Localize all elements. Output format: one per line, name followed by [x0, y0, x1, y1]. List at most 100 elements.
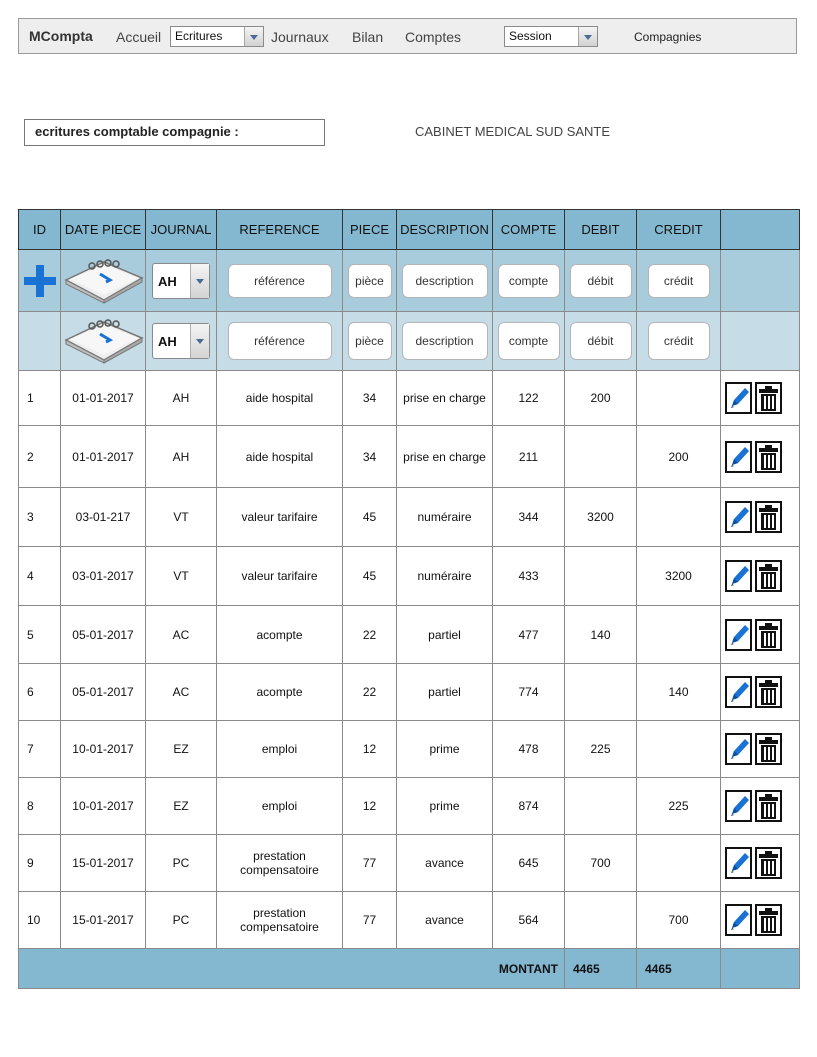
row-description: partiel	[396, 663, 493, 721]
delete-button[interactable]	[755, 382, 782, 414]
row-piece: 77	[342, 834, 397, 892]
row-piece: 22	[342, 605, 397, 664]
row-description: prime	[396, 777, 493, 835]
row-description: prise en charge	[396, 370, 493, 426]
compte-cell: compte	[492, 249, 565, 312]
credit-cell: crédit	[636, 311, 721, 371]
credit-input[interactable]: crédit	[647, 263, 710, 298]
row-journal: VT	[145, 546, 217, 606]
table-row: 1 01-01-2017 AH aide hospital 34 prise en cha…	[18, 370, 800, 426]
row-compte: 564	[492, 891, 565, 949]
row-debit: 200	[564, 370, 637, 426]
row-compte: 478	[492, 720, 565, 778]
credit-cell: crédit	[636, 249, 721, 312]
row-id: 2	[18, 425, 61, 488]
row-description: partiel	[396, 605, 493, 664]
plus-icon[interactable]	[23, 264, 57, 298]
row-piece: 45	[342, 487, 397, 547]
delete-button[interactable]	[755, 904, 782, 936]
row-id: 3	[18, 487, 61, 547]
description-cell: description	[396, 249, 493, 312]
col-header-piece: PIECE	[342, 209, 397, 250]
nav-accueil[interactable]: Accueil	[116, 29, 161, 45]
delete-button[interactable]	[755, 560, 782, 592]
nav-journaux[interactable]: Journaux	[271, 29, 329, 45]
edit-button[interactable]	[725, 847, 752, 879]
row-date: 10-01-2017	[60, 777, 146, 835]
row-date: 15-01-2017	[60, 834, 146, 892]
row-id: 1	[18, 370, 61, 426]
top-navbar: MCompta Accueil Ecritures Journaux Bilan…	[18, 18, 797, 54]
row-debit	[564, 546, 637, 606]
row-debit	[564, 425, 637, 488]
row-credit	[636, 720, 721, 778]
chevron-down-icon[interactable]	[244, 27, 263, 46]
description-input[interactable]: description	[401, 263, 488, 298]
row-debit	[564, 891, 637, 949]
row-credit	[636, 605, 721, 664]
chevron-down-icon[interactable]	[190, 324, 209, 358]
chevron-down-icon[interactable]	[578, 27, 597, 46]
table-row: 10 15-01-2017 PC prestation compensatoire 77…	[18, 891, 800, 949]
edit-button[interactable]	[725, 733, 752, 765]
row-journal: EZ	[145, 777, 217, 835]
piece-input[interactable]: pièce	[347, 322, 392, 360]
edit-button[interactable]	[725, 440, 752, 473]
edit-button[interactable]	[725, 560, 752, 592]
col-header-description: DESCRIPTION	[396, 209, 493, 250]
row-reference: acompte	[216, 663, 343, 721]
row-piece: 12	[342, 777, 397, 835]
delete-button[interactable]	[755, 501, 782, 533]
delete-button[interactable]	[755, 733, 782, 765]
journal-select[interactable]: AH	[152, 262, 210, 299]
row-actions	[720, 370, 800, 426]
edit-button[interactable]	[725, 618, 752, 651]
chevron-down-icon[interactable]	[190, 263, 209, 298]
row-piece: 45	[342, 546, 397, 606]
edit-button[interactable]	[725, 904, 752, 936]
journal-select-value: AH	[158, 334, 177, 349]
row-credit	[636, 487, 721, 547]
calendar-icon[interactable]	[62, 318, 144, 364]
table-row: 3 03-01-217 VT valeur tarifaire 45 numéraire 3…	[18, 487, 800, 547]
debit-input[interactable]: débit	[569, 322, 632, 360]
delete-button[interactable]	[755, 440, 782, 473]
row-journal: AC	[145, 663, 217, 721]
edit-button[interactable]	[725, 676, 752, 708]
description-input[interactable]: description	[401, 322, 488, 360]
nav-bilan[interactable]: Bilan	[352, 29, 383, 45]
reference-input[interactable]: référence	[227, 263, 332, 298]
row-debit: 225	[564, 720, 637, 778]
delete-button[interactable]	[755, 618, 782, 651]
row-credit: 700	[636, 891, 721, 949]
debit-input[interactable]: débit	[569, 263, 632, 298]
col-header-date: DATE PIECE	[60, 209, 146, 250]
delete-button[interactable]	[755, 790, 782, 822]
delete-button[interactable]	[755, 847, 782, 879]
edit-button[interactable]	[725, 790, 752, 822]
row-compte: 344	[492, 487, 565, 547]
edit-button[interactable]	[725, 501, 752, 533]
compte-input[interactable]: compte	[497, 263, 560, 298]
row-actions	[720, 487, 800, 547]
actions-cell	[720, 249, 800, 312]
credit-input[interactable]: crédit	[647, 322, 710, 360]
row-journal: VT	[145, 487, 217, 547]
nav-comptes[interactable]: Comptes	[405, 29, 461, 45]
session-dropdown[interactable]: Session	[504, 26, 598, 47]
delete-button[interactable]	[755, 676, 782, 708]
row-reference: valeur tarifaire	[216, 487, 343, 547]
compte-input[interactable]: compte	[497, 322, 560, 360]
journal-cell: AH	[145, 311, 217, 371]
reference-input[interactable]: référence	[227, 322, 332, 360]
piece-input[interactable]: pièce	[347, 263, 392, 298]
edit-button[interactable]	[725, 382, 752, 414]
journal-select[interactable]: AH	[152, 323, 210, 359]
row-debit: 700	[564, 834, 637, 892]
app-brand[interactable]: MCompta	[29, 28, 93, 44]
row-reference: valeur tarifaire	[216, 546, 343, 606]
table-row: 7 10-01-2017 EZ emploi 12 prime 478 225	[18, 720, 800, 778]
ecritures-dropdown[interactable]: Ecritures	[170, 26, 264, 47]
nav-compagnies[interactable]: Compagnies	[634, 30, 701, 44]
calendar-icon[interactable]	[62, 258, 144, 304]
